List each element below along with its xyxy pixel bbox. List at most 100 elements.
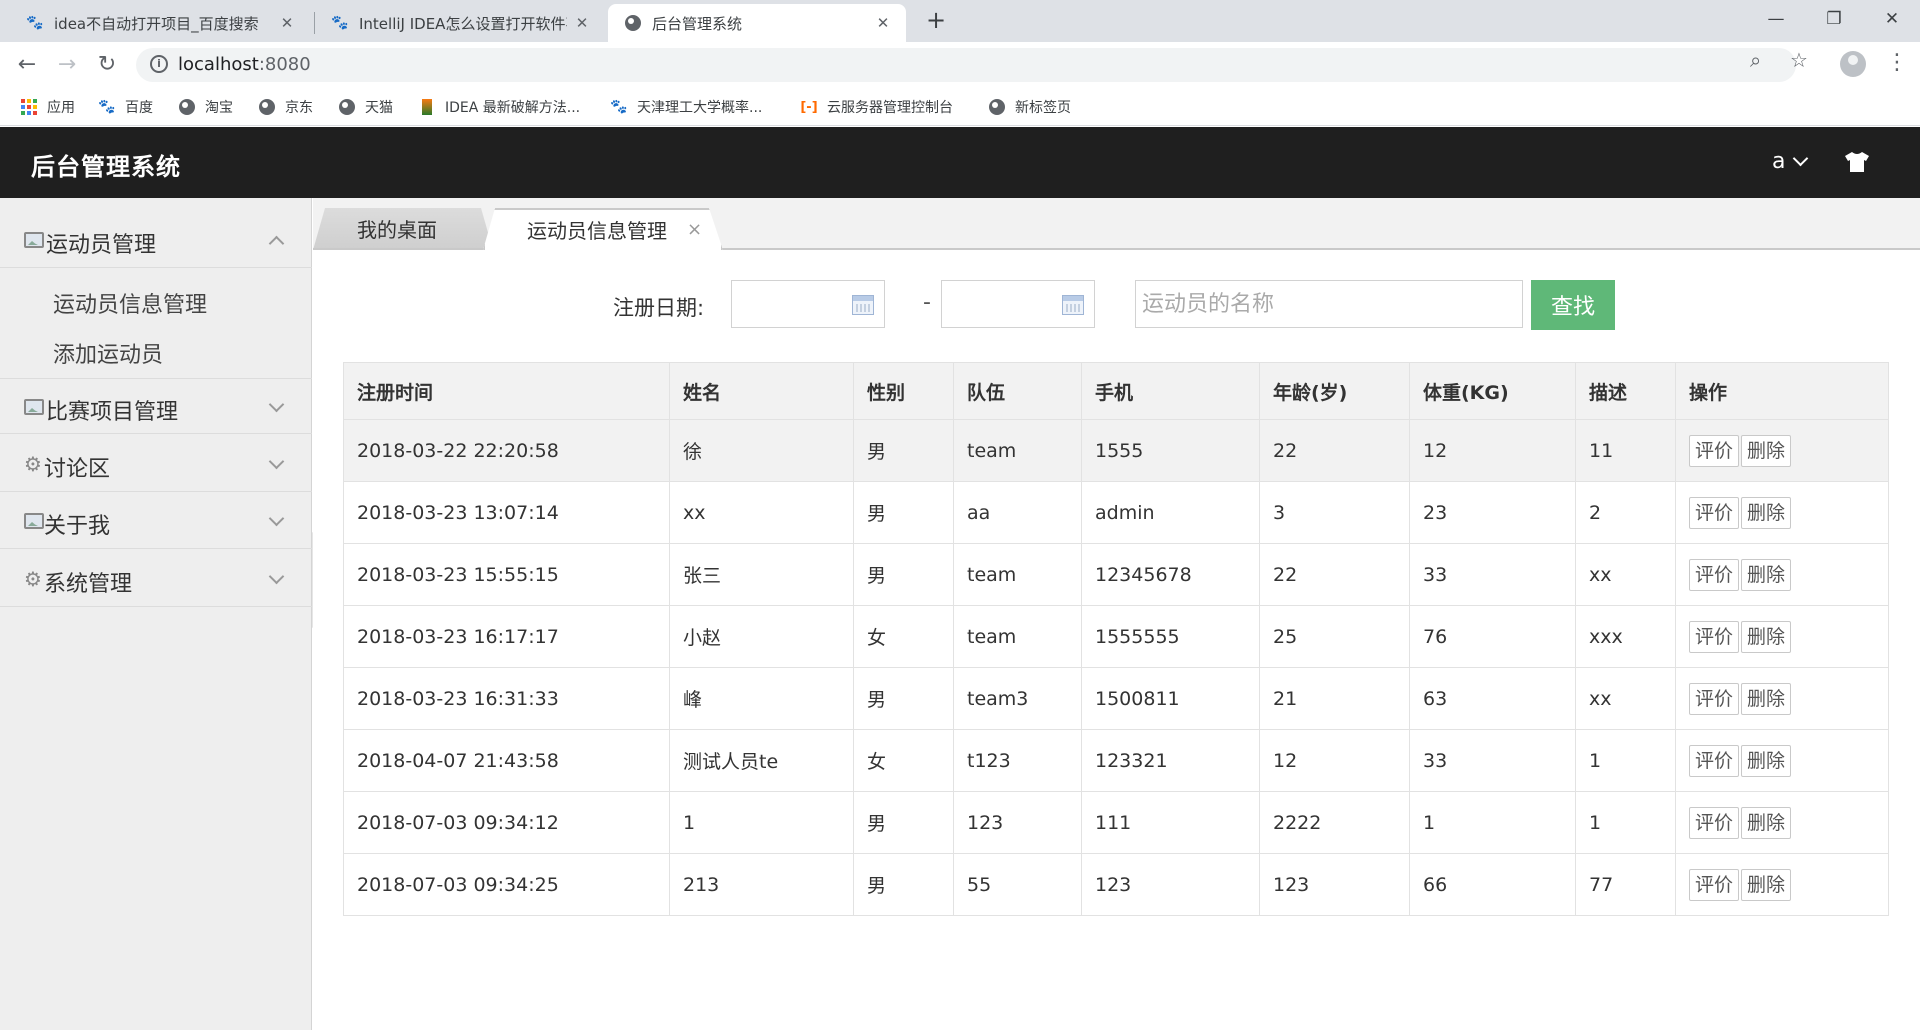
rate-button[interactable]: 评价 <box>1689 434 1740 467</box>
table-cell: 2018-07-03 09:34:12 <box>343 791 670 854</box>
bookmark-idea[interactable]: IDEA 最新破解方法... <box>418 97 580 117</box>
sidebar-group-events[interactable]: 比赛项目管理 <box>0 378 312 434</box>
table-cell: 3 <box>1259 481 1410 544</box>
table-cell: 2 <box>1575 481 1676 544</box>
table-cell: 33 <box>1409 543 1576 606</box>
table-row: 2018-03-23 13:07:14 xx 男 aa admin 3 23 2 评价 删除 <box>343 481 1889 544</box>
back-icon[interactable]: ← <box>12 50 42 80</box>
reload-icon[interactable]: ↻ <box>92 50 122 80</box>
bookmark-baidu[interactable]: 🐾 百度 <box>98 97 153 117</box>
table-cell: 2018-07-03 09:34:25 <box>343 853 670 916</box>
table-cell: xx <box>669 481 854 544</box>
bookmark-star-icon[interactable]: ☆ <box>1790 48 1808 72</box>
bookmark-newtab[interactable]: 新标签页 <box>988 97 1071 117</box>
close-tab-icon[interactable]: ✕ <box>278 14 296 32</box>
rate-button[interactable]: 评价 <box>1689 682 1740 715</box>
table-cell: xx <box>1575 543 1676 606</box>
minimize-icon[interactable]: — <box>1748 0 1804 38</box>
delete-button[interactable]: 删除 <box>1741 558 1792 591</box>
sidebar-group-label: 关于我 <box>44 514 111 539</box>
table-cell: 1 <box>669 791 854 854</box>
close-tab-icon[interactable]: ✕ <box>874 14 892 32</box>
tshirt-skin-icon[interactable] <box>1843 151 1871 173</box>
sidebar-group-discussion[interactable]: ⚙ 讨论区 <box>0 436 312 492</box>
zoom-icon[interactable]: ⌕ <box>1750 48 1761 72</box>
rate-button[interactable]: 评价 <box>1689 868 1740 901</box>
close-tab-icon[interactable]: ✕ <box>573 14 591 32</box>
bookmark-label: 天猫 <box>365 100 393 116</box>
table-cell: 25 <box>1259 605 1410 668</box>
table-cell: 123 <box>953 791 1082 854</box>
table-cell: 123321 <box>1081 729 1260 792</box>
close-tab-icon[interactable]: × <box>687 219 702 240</box>
date-separator: - <box>923 290 931 315</box>
table-cell: 男 <box>853 481 954 544</box>
url-input[interactable]: i localhost:8080 <box>136 48 1796 82</box>
table-cell: 111 <box>1081 791 1260 854</box>
image-icon <box>24 232 44 248</box>
calendar-icon[interactable] <box>1062 295 1084 315</box>
calendar-icon[interactable] <box>852 295 874 315</box>
column-header: 队伍 <box>953 362 1082 420</box>
end-date-input[interactable] <box>941 280 1095 328</box>
maximize-icon[interactable]: ❐ <box>1806 0 1862 38</box>
athlete-name-input[interactable] <box>1135 280 1523 328</box>
delete-button[interactable]: 删除 <box>1741 806 1792 839</box>
table-header-row: 注册时间 姓名 性别 队伍 手机 年龄(岁) 体重(KG) 描述 操作 <box>343 362 1889 420</box>
browser-tab[interactable]: 🐾 idea不自动打开项目_百度搜索 ✕ <box>10 4 310 42</box>
bookmark-tmall[interactable]: 天猫 <box>338 97 393 117</box>
table-cell: 63 <box>1409 667 1576 730</box>
site-info-icon[interactable]: i <box>150 55 168 73</box>
delete-button[interactable]: 删除 <box>1741 682 1792 715</box>
table-cell: 2222 <box>1259 791 1410 854</box>
bookmark-taobao[interactable]: 淘宝 <box>178 97 233 117</box>
rate-button[interactable]: 评价 <box>1689 744 1740 777</box>
sidebar-item-athlete-info[interactable]: 运动员信息管理 <box>53 287 207 319</box>
new-tab-button[interactable]: + <box>922 6 950 34</box>
close-window-icon[interactable]: ✕ <box>1864 0 1920 38</box>
app-title: 后台管理系统 <box>31 153 181 181</box>
search-button[interactable]: 查找 <box>1531 280 1615 330</box>
table-cell: 峰 <box>669 667 854 730</box>
delete-button[interactable]: 删除 <box>1741 434 1792 467</box>
user-menu[interactable]: a <box>1772 149 1809 174</box>
rate-button[interactable]: 评价 <box>1689 806 1740 839</box>
sidebar-group-system[interactable]: ⚙ 系统管理 <box>0 551 312 607</box>
sidebar-item-add-athlete[interactable]: 添加运动员 <box>53 337 163 369</box>
browser-tab[interactable]: 🐾 IntelliJ IDEA怎么设置打开软件不 ✕ <box>315 4 605 42</box>
table-cell: 徐 <box>669 419 854 482</box>
bookmark-aliyun[interactable]: [-] 云服务器管理控制台 <box>800 97 953 117</box>
browser-menu-icon[interactable]: ⋮ <box>1886 50 1908 75</box>
tab-athlete-info[interactable]: 运动员信息管理 × <box>483 208 723 250</box>
sidebar-group-label: 系统管理 <box>44 572 133 597</box>
delete-button[interactable]: 删除 <box>1741 496 1792 529</box>
start-date-input[interactable] <box>731 280 885 328</box>
delete-button[interactable]: 删除 <box>1741 744 1792 777</box>
rate-button[interactable]: 评价 <box>1689 496 1740 529</box>
profile-avatar-icon[interactable] <box>1840 51 1866 77</box>
chevron-down-icon <box>268 568 285 585</box>
table-row: 2018-03-22 22:20:58 徐男 team 1555 22 12 11 评价 删除 <box>343 419 1889 482</box>
rate-button[interactable]: 评价 <box>1689 620 1740 653</box>
table-cell: 33 <box>1409 729 1576 792</box>
actions-cell: 评价 删除 <box>1675 481 1889 544</box>
delete-button[interactable]: 删除 <box>1741 868 1792 901</box>
column-header: 注册时间 <box>343 362 670 420</box>
table-cell: 12345678 <box>1081 543 1260 606</box>
delete-button[interactable]: 删除 <box>1741 620 1792 653</box>
browser-tab-active[interactable]: 后台管理系统 ✕ <box>608 4 906 42</box>
url-host: localhost <box>178 54 259 75</box>
tab-my-desktop[interactable]: 我的桌面 <box>313 208 493 250</box>
rate-button[interactable]: 评价 <box>1689 558 1740 591</box>
actions-cell: 评价 删除 <box>1675 853 1889 916</box>
bookmark-jd[interactable]: 京东 <box>258 97 313 117</box>
image-icon <box>24 399 44 415</box>
bookmark-tjut[interactable]: 🐾 天津理工大学概率... <box>610 97 762 117</box>
forward-icon[interactable]: → <box>52 50 82 80</box>
aliyun-icon: [-] <box>800 99 818 115</box>
bookmark-label: IDEA 最新破解方法... <box>445 100 581 116</box>
sidebar-group-about[interactable]: 关于我 <box>0 493 312 549</box>
sidebar-group-athletes[interactable]: 运动员管理 <box>0 212 312 268</box>
table-row: 2018-03-23 16:31:33 峰男 team3 1500811 21 63 xx 评… <box>343 667 1889 730</box>
bookmark-apps[interactable]: 应用 <box>20 97 75 117</box>
